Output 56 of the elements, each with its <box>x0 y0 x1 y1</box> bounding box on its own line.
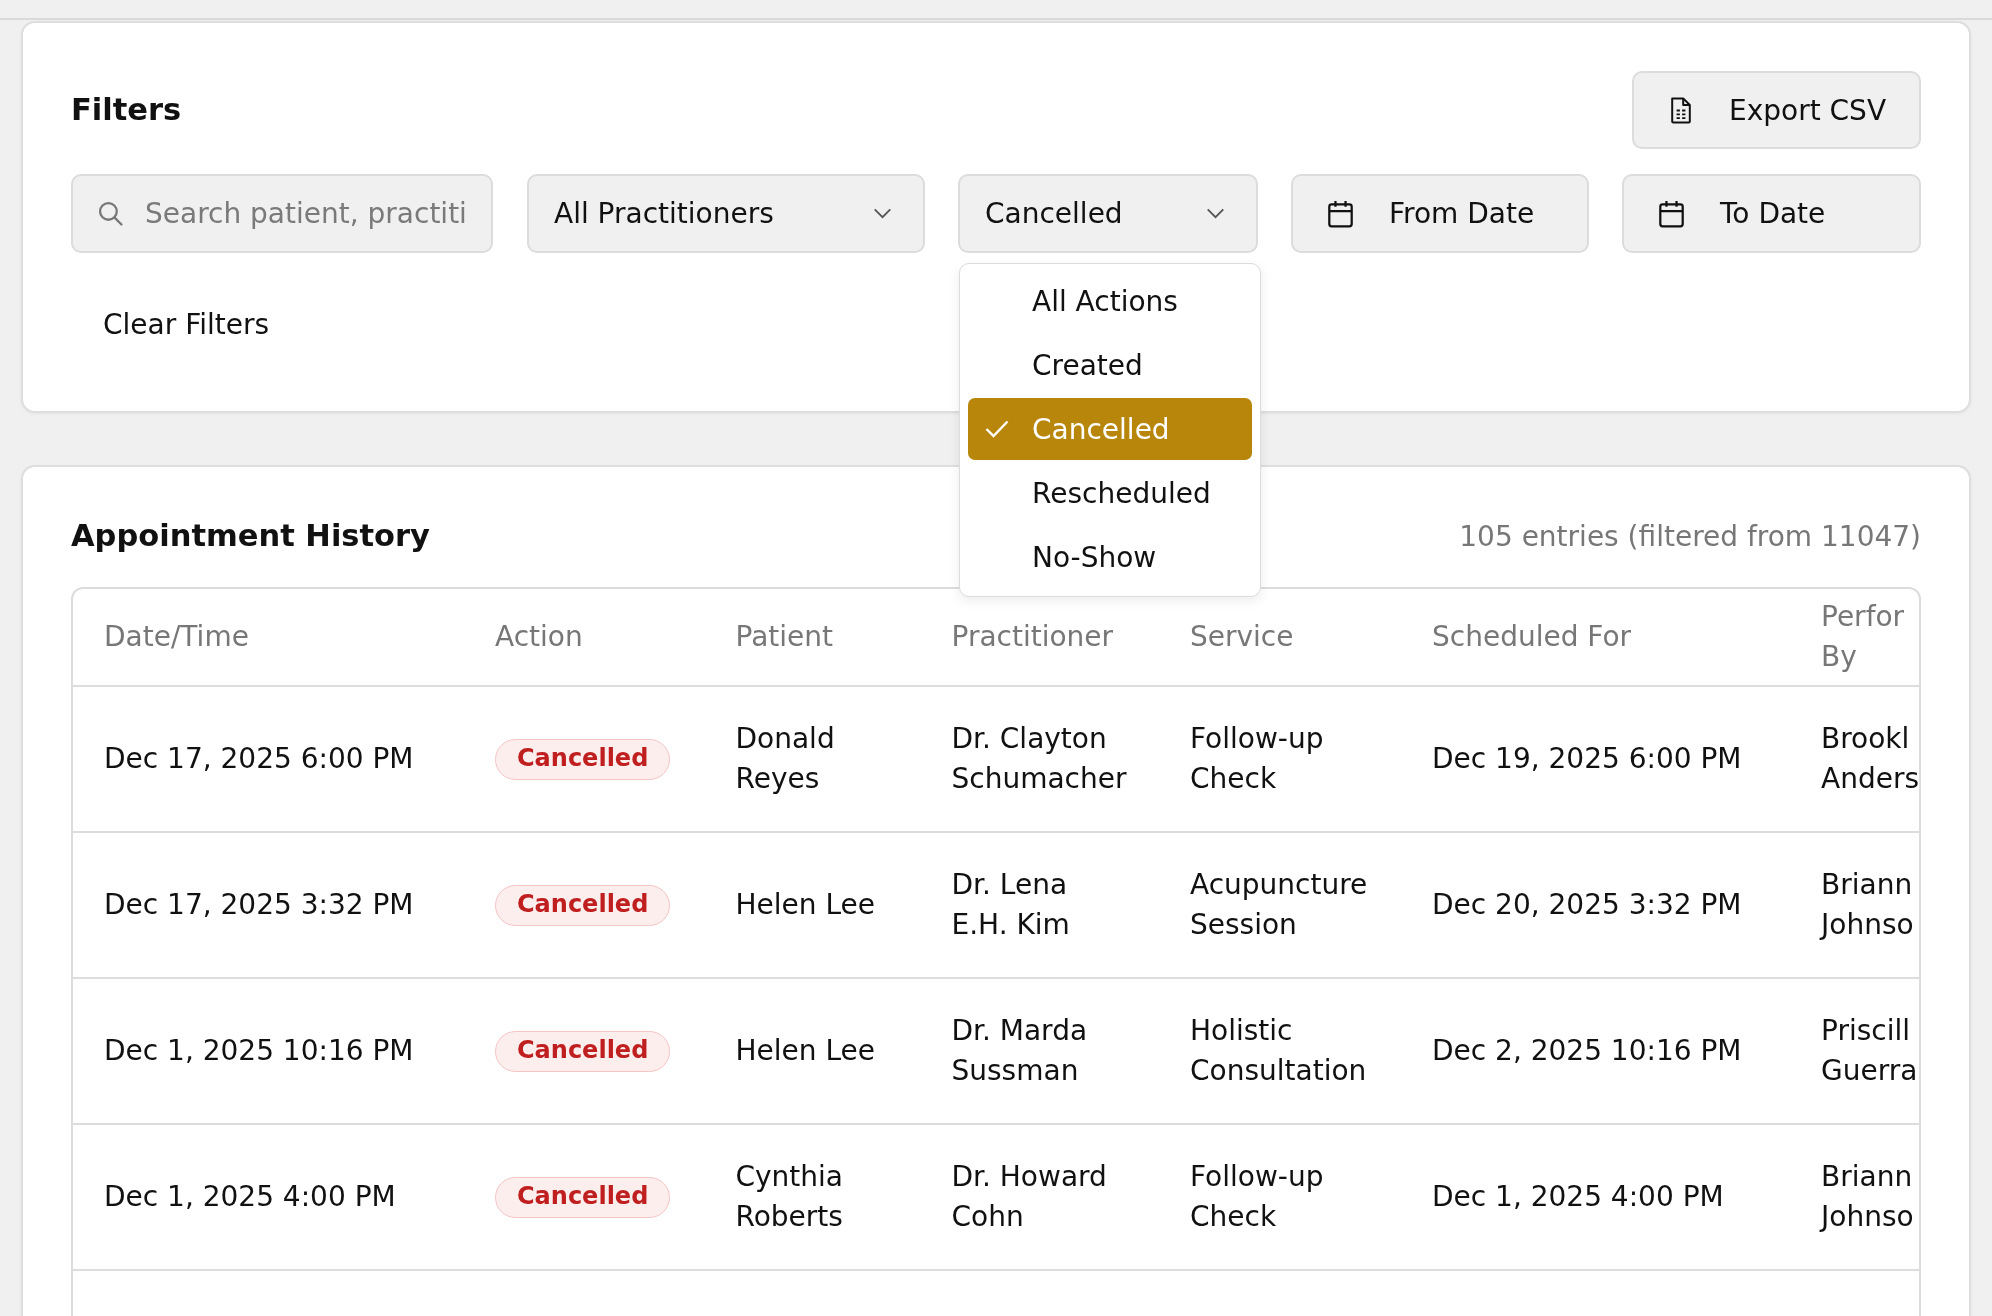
column-header: Scheduled For <box>1432 619 1632 653</box>
scheduled-date-time: Dec 20, 2025 3:32 PM <box>1432 887 1742 921</box>
status-badge: Cancelled <box>495 738 671 780</box>
scheduled-date-time: Dec 19, 2025 6:00 PM <box>1432 741 1742 775</box>
date-time: Dec 1, 2025 4:00 PM <box>104 1179 396 1213</box>
date-time: Dec 1, 2025 10:16 PM <box>104 1033 414 1067</box>
chevron-down-icon <box>873 208 892 219</box>
patient-name: Cynthia Roberts <box>735 1159 844 1233</box>
practitioner-name: Dr. Lena E.H. Kim <box>951 867 1070 941</box>
clear-filters-button[interactable]: Clear Filters <box>71 285 302 363</box>
history-title: Appointment History <box>71 517 430 555</box>
status-badge: Cancelled <box>495 884 671 926</box>
search-field[interactable]: Search patient, practiti <box>71 174 493 253</box>
practitioner-select[interactable]: All Practitioners <box>527 174 925 253</box>
scheduled-date-time: Dec 2, 2025 10:16 PM <box>1432 1033 1742 1067</box>
staff-name: Briann Johnso <box>1821 1159 1914 1233</box>
service-name: Acupuncture Session <box>1190 867 1368 941</box>
dropdown-option[interactable]: Created <box>968 334 1252 396</box>
column-header: Date/Time <box>104 619 249 653</box>
practitioner-name: Dr. Howard Cohn <box>951 1159 1107 1233</box>
export-csv-button[interactable]: Export CSV <box>1632 71 1921 149</box>
service-name: Follow-up Check <box>1190 1159 1324 1233</box>
service-name: Holistic Consultation <box>1190 1013 1367 1087</box>
patient-name: Helen Lee <box>735 887 875 921</box>
service-name: Follow-up Check <box>1190 721 1324 795</box>
patient-name: Donald Reyes <box>735 721 835 795</box>
column-header: Patient <box>735 619 833 653</box>
dropdown-option[interactable]: No-Show <box>968 526 1252 588</box>
action-select[interactable]: Cancelled <box>958 174 1258 253</box>
file-icon <box>1670 96 1692 124</box>
to-date-button[interactable]: To Date <box>1622 174 1921 253</box>
practitioner-name: Dr. Clayton Schumacher <box>951 721 1127 795</box>
dropdown-option[interactable]: All Actions <box>968 270 1252 332</box>
scheduled-date-time: Dec 1, 2025 4:00 PM <box>1432 1179 1724 1213</box>
chevron-down-icon <box>1206 208 1225 219</box>
status-badge: Cancelled <box>495 1030 671 1072</box>
filters-title: Filters <box>71 91 182 129</box>
staff-name: Priscill Guerra <box>1821 1013 1918 1087</box>
column-header: Service <box>1190 619 1294 653</box>
check-icon <box>985 420 1009 438</box>
dropdown-option[interactable]: Rescheduled <box>968 462 1252 524</box>
column-header: Action <box>495 619 583 653</box>
from-date-button[interactable]: From Date <box>1291 174 1589 253</box>
entries-count: 105 entries (filtered from 11047) <box>1459 519 1921 553</box>
calendar-icon <box>1327 199 1354 228</box>
search-icon <box>98 201 123 226</box>
patient-name: Helen Lee <box>735 1033 875 1067</box>
column-header: Perfor By <box>1821 599 1905 673</box>
staff-name: Brookl Anders <box>1821 721 1919 795</box>
status-badge: Cancelled <box>495 1176 671 1218</box>
date-time: Dec 17, 2025 3:32 PM <box>104 887 414 921</box>
column-header: Practitioner <box>951 619 1114 653</box>
practitioner-name: Dr. Marda Sussman <box>951 1013 1088 1087</box>
calendar-icon <box>1658 199 1685 228</box>
staff-name: Briann Johnso <box>1821 867 1914 941</box>
date-time: Dec 17, 2025 6:00 PM <box>104 741 414 775</box>
